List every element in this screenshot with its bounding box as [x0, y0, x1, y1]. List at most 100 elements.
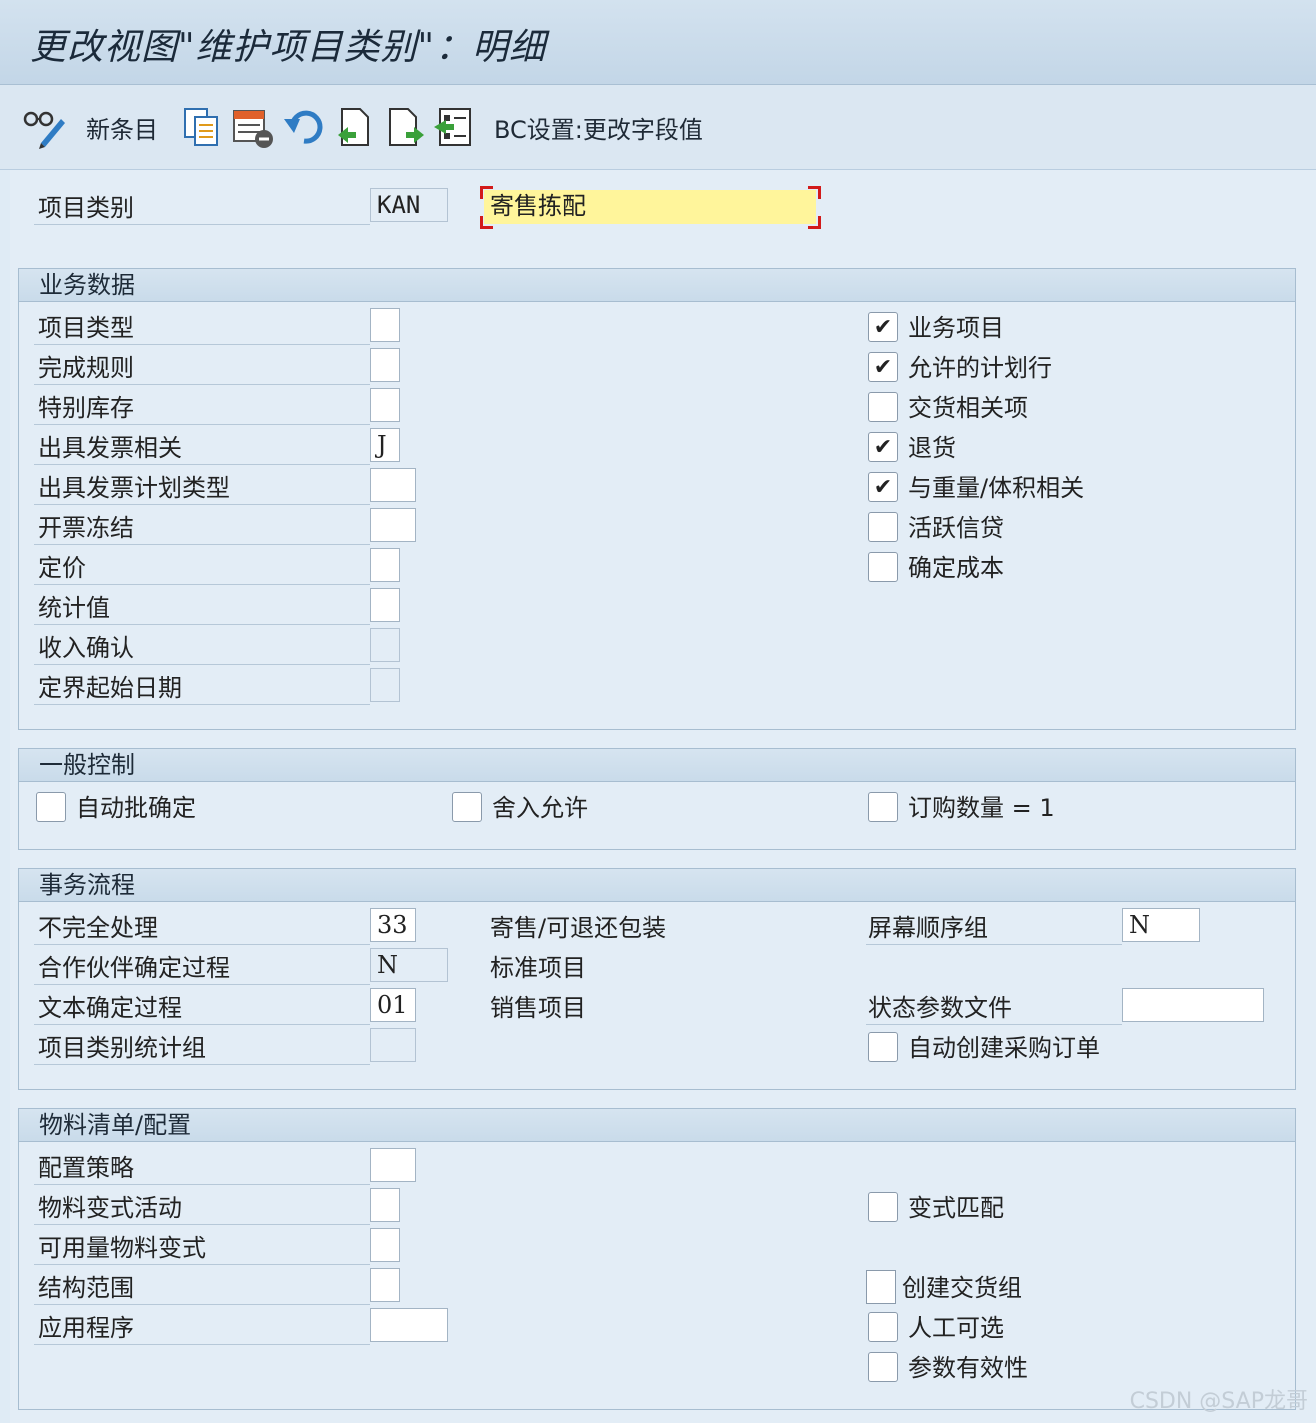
field-label-accrual-start-date: 定界起始日期	[38, 674, 182, 702]
item-category-description-input[interactable]: 寄售拣配	[484, 190, 816, 224]
parameter-effectivity-label: 参数有效性	[908, 1354, 1028, 1382]
group-header: 一般控制	[19, 749, 1295, 782]
bc-set-change-field-values-button[interactable]: BC设置:更改字段值	[494, 105, 703, 149]
rounding-permitted-label: 舍入允许	[492, 794, 588, 822]
manual-alternative-label: 人工可选	[908, 1314, 1004, 1342]
rounding-permitted-checkbox[interactable]	[452, 792, 482, 822]
create-delivery-group-label: 创建交货组	[902, 1274, 1022, 1302]
divider	[34, 944, 370, 945]
undo-icon[interactable]	[282, 105, 326, 149]
order-quantity-one-checkbox[interactable]	[868, 792, 898, 822]
delivery-relevant-checkbox[interactable]	[868, 392, 898, 422]
billing-plan-type-input[interactable]	[370, 468, 416, 502]
group-bom-configuration: 物料清单/配置	[18, 1108, 1296, 1410]
text-determination-procedure-input[interactable]: 01	[370, 988, 416, 1022]
auto-create-po-label: 自动创建采购订单	[908, 1034, 1100, 1062]
glasses-pencil-icon[interactable]	[20, 105, 68, 149]
divider	[34, 424, 370, 425]
weight-volume-relevant-checkbox[interactable]: ✔	[868, 472, 898, 502]
parameter-effectivity-checkbox[interactable]	[868, 1352, 898, 1382]
new-entries-button[interactable]: 新条目	[86, 105, 158, 149]
previous-entry-icon[interactable]	[334, 105, 374, 149]
configuration-strategy-input[interactable]	[370, 1148, 416, 1182]
divider	[34, 1344, 370, 1345]
select-icon[interactable]	[432, 105, 474, 149]
field-label-completion-rule: 完成规则	[38, 354, 134, 382]
group-title: 物料清单/配置	[39, 1111, 192, 1139]
focus-corner	[480, 216, 493, 229]
field-label-application: 应用程序	[38, 1314, 134, 1342]
structure-scope-input[interactable]	[370, 1268, 400, 1302]
field-label-partner-determination-procedure: 合作伙伴确定过程	[38, 954, 230, 982]
field-label-statistical-value: 统计值	[38, 594, 110, 622]
manual-alternative-checkbox[interactable]	[868, 1312, 898, 1342]
completion-rule-input[interactable]	[370, 348, 400, 382]
pricing-input[interactable]	[370, 548, 400, 582]
field-label-material-variant-action: 物料变式活动	[38, 1194, 182, 1222]
create-delivery-group-checkbox[interactable]	[866, 1270, 896, 1304]
billing-relevance-input[interactable]: J	[370, 428, 400, 462]
page-title: 更改视图"维护项目类别"：明细	[30, 27, 547, 68]
delivery-relevant-label: 交货相关项	[908, 394, 1028, 422]
group-header: 业务数据	[19, 269, 1295, 302]
focus-corner	[480, 186, 493, 199]
auto-create-po-checkbox[interactable]	[868, 1032, 898, 1062]
returns-checkbox[interactable]: ✔	[868, 432, 898, 462]
determine-cost-checkbox[interactable]	[868, 552, 898, 582]
incompletion-procedure-input[interactable]: 33	[370, 908, 416, 942]
divider	[34, 1264, 370, 1265]
screen-sequence-group-input[interactable]: N	[1122, 908, 1200, 942]
divider	[34, 224, 370, 225]
credit-active-label: 活跃信贷	[908, 514, 1004, 542]
title-bar: 更改视图"维护项目类别"：明细	[0, 0, 1316, 85]
credit-active-checkbox[interactable]	[868, 512, 898, 542]
field-label-structure-scope: 结构范围	[38, 1274, 134, 1302]
billing-block-input[interactable]	[370, 508, 416, 542]
watermark: CSDN @SAP龙哥	[1129, 1389, 1308, 1414]
group-general-control: 一般控制	[18, 748, 1296, 850]
divider	[34, 344, 370, 345]
group-title: 一般控制	[39, 751, 135, 779]
schedule-lines-allowed-checkbox[interactable]: ✔	[868, 352, 898, 382]
field-label-text-determination-procedure: 文本确定过程	[38, 994, 182, 1022]
delete-icon[interactable]	[230, 105, 276, 149]
field-label-screen-sequence-group: 屏幕顺序组	[868, 914, 988, 942]
field-label-pricing: 定价	[38, 554, 86, 582]
focus-corner	[808, 186, 821, 199]
revenue-recognition-field	[370, 628, 400, 662]
variant-matching-label: 变式匹配	[908, 1194, 1004, 1222]
text-determination-procedure-description: 销售项目	[490, 994, 586, 1022]
special-stock-input[interactable]	[370, 388, 400, 422]
item-category-statistics-group-field	[370, 1028, 416, 1062]
business-item-label: 业务项目	[908, 314, 1004, 342]
field-label-item-type: 项目类型	[38, 314, 134, 342]
divider	[34, 1184, 370, 1185]
application-input[interactable]	[370, 1308, 448, 1342]
order-quantity-one-label: 订购数量 = 1	[908, 794, 1055, 822]
field-label-billing-plan-type: 出具发票计划类型	[38, 474, 230, 502]
divider	[34, 1064, 370, 1065]
business-item-checkbox[interactable]: ✔	[868, 312, 898, 342]
status-profile-input[interactable]	[1122, 988, 1264, 1022]
partner-determination-procedure-field: N	[370, 948, 448, 982]
material-variant-action-input[interactable]	[370, 1188, 400, 1222]
divider	[34, 384, 370, 385]
field-label-item-category-statistics-group: 项目类别统计组	[38, 1034, 206, 1062]
returns-label: 退货	[908, 434, 956, 462]
divider	[866, 944, 1122, 945]
field-label-incompletion-procedure: 不完全处理	[38, 914, 158, 942]
divider	[34, 504, 370, 505]
divider	[34, 584, 370, 585]
item-type-input[interactable]	[370, 308, 400, 342]
automatic-batch-determination-checkbox[interactable]	[36, 792, 66, 822]
availability-material-variant-input[interactable]	[370, 1228, 400, 1262]
divider	[34, 624, 370, 625]
variant-matching-checkbox[interactable]	[868, 1192, 898, 1222]
focus-corner	[808, 216, 821, 229]
schedule-lines-allowed-label: 允许的计划行	[908, 354, 1052, 382]
statistical-value-input[interactable]	[370, 588, 400, 622]
group-title: 事务流程	[39, 871, 135, 899]
copy-icon[interactable]	[180, 105, 224, 149]
next-entry-icon[interactable]	[386, 105, 426, 149]
divider	[34, 464, 370, 465]
